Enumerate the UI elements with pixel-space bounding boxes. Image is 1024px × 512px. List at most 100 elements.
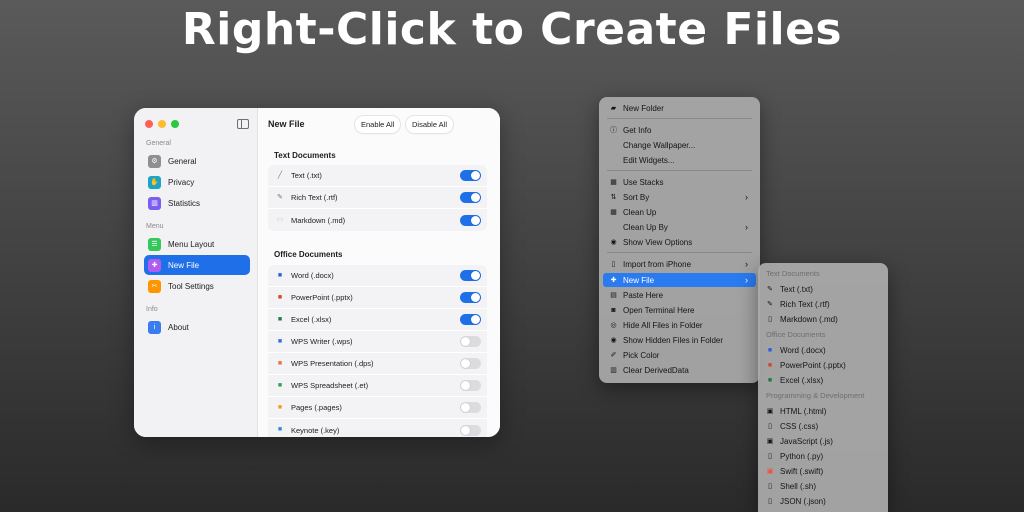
css-file-icon: ▯ [768, 423, 772, 430]
toggle-switch[interactable] [460, 170, 481, 181]
close-window-button[interactable] [145, 120, 153, 128]
python-file-icon: ▯ [768, 453, 772, 460]
toggle-switch[interactable] [460, 424, 481, 436]
sort-icon: ⇅ [610, 194, 617, 201]
toggle-switch[interactable] [460, 358, 481, 369]
menu-item-clear-deriveddata[interactable]: ▥ Clear DerivedData [603, 363, 756, 377]
menu-item-clean-up[interactable]: ▦ Clean Up [603, 205, 756, 219]
menu-item-pick-color[interactable]: ✐ Pick Color [603, 348, 756, 362]
menu-item-get-info[interactable]: ⓘ Get Info [603, 123, 756, 137]
sidebar-item-label: Menu Layout [168, 239, 215, 249]
powerpoint-icon: ■ [767, 361, 773, 369]
sidebar-section-menu: Menu [146, 223, 164, 230]
pencil-icon: ╱ [277, 171, 283, 179]
list-item: ■ Excel (.xlsx) [268, 309, 487, 331]
list-item: ✎ Rich Text (.rtf) [268, 187, 487, 209]
submenu-item-markdown[interactable]: ▯ Markdown (.md) [766, 312, 838, 326]
disable-all-button[interactable]: Disable All [406, 116, 454, 133]
sidebar-toggle-icon[interactable] [237, 119, 249, 129]
list-item: ■ WPS Writer (.wps) [268, 331, 487, 353]
tools-icon: ✂ [148, 279, 161, 293]
word-icon: ■ [767, 346, 773, 354]
submenu-item-css[interactable]: ▯ CSS (.css) [766, 419, 818, 433]
sidebar-item-privacy[interactable]: ✋ Privacy [144, 172, 250, 192]
gear-icon: ⚙ [148, 154, 161, 168]
sidebar-item-label: Privacy [168, 177, 195, 187]
pages-icon: ■ [277, 403, 283, 411]
sidebar-section-info: Info [146, 306, 158, 313]
toggle-switch[interactable] [460, 402, 481, 413]
wps-presentation-icon: ■ [277, 359, 283, 367]
submenu-item-html[interactable]: ▣ HTML (.html) [766, 404, 827, 418]
menu-item-paste-here[interactable]: ▤ Paste Here [603, 288, 756, 302]
sidebar-item-label: New File [168, 260, 200, 270]
toggle-switch[interactable] [460, 192, 481, 203]
submenu-item-python[interactable]: ▯ Python (.py) [766, 449, 823, 463]
window-controls [145, 120, 179, 128]
menu-item-hide-all-files[interactable]: ◎ Hide All Files in Folder [603, 318, 756, 332]
js-file-icon: ▣ [766, 438, 774, 445]
submenu-item-swift[interactable]: ▣ Swift (.swift) [766, 464, 823, 478]
toggle-switch[interactable] [460, 270, 481, 281]
sidebar-item-menu-layout[interactable]: ☰ Menu Layout [144, 234, 250, 254]
zoom-window-button[interactable] [171, 120, 179, 128]
submenu-item-powerpoint[interactable]: ■ PowerPoint (.pptx) [766, 358, 846, 372]
new-file-icon: ✚ [148, 258, 161, 272]
sidebar-item-label: Tool Settings [168, 281, 214, 291]
sidebar-item-label: General [168, 156, 197, 166]
list-item: ■ Pages (.pages) [268, 397, 487, 419]
menu-item-change-wallpaper[interactable]: Change Wallpaper... [603, 138, 756, 152]
toggle-switch[interactable] [460, 314, 481, 325]
submenu-item-shell[interactable]: ▯ Shell (.sh) [766, 479, 816, 493]
menu-item-open-terminal-here[interactable]: ◙ Open Terminal Here [603, 303, 756, 317]
submenu-item-text[interactable]: ✎ Text (.txt) [766, 282, 813, 296]
toggle-switch[interactable] [460, 292, 481, 303]
eye-icon: ◉ [610, 337, 617, 344]
submenu-header-office: Office Documents [766, 330, 826, 339]
list-item: ■ Keynote (.key) [268, 419, 487, 437]
sidebar-item-statistics[interactable]: ▥ Statistics [144, 193, 250, 213]
shell-file-icon: ▯ [768, 483, 772, 490]
chevron-right-icon: › [745, 259, 748, 269]
list-item: ▭ Markdown (.md) [268, 209, 487, 231]
iphone-icon: ▯ [611, 261, 616, 268]
menu-item-import-from-iphone[interactable]: ▯ Import from iPhone › [603, 257, 756, 271]
sidebar-item-about[interactable]: i About [144, 317, 250, 337]
toggle-switch[interactable] [460, 214, 481, 226]
json-file-icon: ▯ [768, 498, 772, 505]
list-item: ■ PowerPoint (.pptx) [268, 287, 487, 309]
submenu-item-javascript[interactable]: ▣ JavaScript (.js) [766, 434, 833, 448]
menu-item-new-folder[interactable]: ▰ New Folder [603, 101, 756, 115]
submenu-item-excel[interactable]: ■ Excel (.xlsx) [766, 373, 823, 387]
page-title: New File [268, 119, 305, 129]
submenu-item-rich-text[interactable]: ✎ Rich Text (.rtf) [766, 297, 830, 311]
submenu-item-json[interactable]: ▯ JSON (.json) [766, 494, 826, 508]
submenu-header-text: Text Documents [766, 269, 820, 278]
menu-item-use-stacks[interactable]: ▦ Use Stacks [603, 175, 756, 189]
menu-separator [607, 252, 752, 253]
clipboard-icon: ▤ [610, 292, 617, 299]
minimize-window-button[interactable] [158, 120, 166, 128]
menu-item-show-hidden-files[interactable]: ◉ Show Hidden Files in Folder [603, 333, 756, 347]
enable-all-button[interactable]: Enable All [355, 116, 401, 133]
pencil-icon: ✎ [767, 286, 773, 293]
menu-item-new-file[interactable]: ✚ New File › [603, 273, 756, 287]
main-panel: New File Enable All Disable All Text Doc… [258, 108, 500, 437]
eye-slash-icon: ◎ [610, 322, 617, 329]
sidebar-item-new-file[interactable]: ✚ New File [144, 255, 250, 275]
chevron-right-icon: › [745, 192, 748, 202]
sidebar-item-tool-settings[interactable]: ✂ Tool Settings [144, 276, 250, 296]
toggle-switch[interactable] [460, 380, 481, 391]
menu-item-sort-by[interactable]: ⇅ Sort By › [603, 190, 756, 204]
section-title-text-documents: Text Documents [274, 151, 336, 160]
sidebar-section-general: General [146, 140, 171, 147]
menu-item-edit-widgets[interactable]: Edit Widgets... [603, 153, 756, 167]
toggle-switch[interactable] [460, 336, 481, 347]
submenu-item-word[interactable]: ■ Word (.docx) [766, 343, 826, 357]
info-icon: i [148, 320, 161, 334]
sidebar-item-label: Statistics [168, 198, 201, 208]
keynote-icon: ■ [277, 426, 283, 433]
menu-item-clean-up-by[interactable]: Clean Up By › [603, 220, 756, 234]
menu-item-show-view-options[interactable]: ◉ Show View Options [603, 235, 756, 249]
sidebar-item-general[interactable]: ⚙ General [144, 151, 250, 171]
